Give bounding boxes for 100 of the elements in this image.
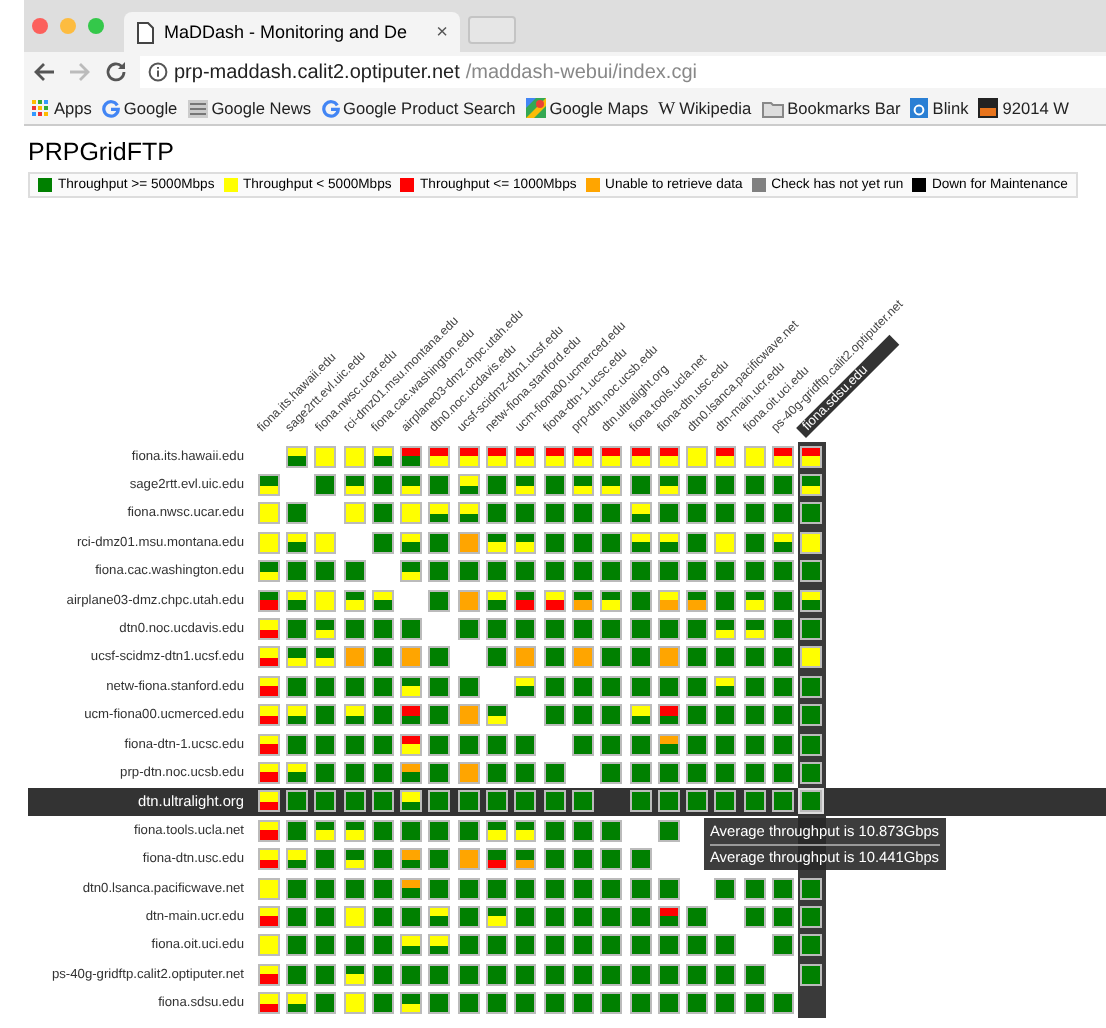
status-cell[interactable]	[657, 560, 680, 583]
status-cell[interactable]	[428, 848, 451, 871]
status-cell[interactable]	[543, 934, 566, 957]
status-cell[interactable]	[771, 675, 794, 698]
status-cell[interactable]	[400, 848, 423, 871]
status-cell[interactable]	[257, 963, 280, 986]
status-cell[interactable]	[600, 848, 623, 871]
status-cell[interactable]	[686, 646, 709, 669]
status-cell[interactable]	[629, 761, 651, 784]
status-cell[interactable]	[343, 905, 366, 928]
status-cell[interactable]	[486, 848, 509, 871]
status-cell[interactable]	[629, 963, 651, 986]
status-cell[interactable]	[714, 992, 737, 1015]
status-cell[interactable]	[457, 704, 480, 727]
status-cell[interactable]	[629, 646, 651, 669]
status-cell[interactable]	[343, 790, 366, 813]
status-cell[interactable]	[743, 733, 766, 756]
status-cell[interactable]	[457, 963, 480, 986]
status-cell[interactable]	[314, 790, 337, 813]
status-cell[interactable]	[371, 790, 394, 813]
status-cell[interactable]	[428, 992, 451, 1015]
status-cell[interactable]	[629, 790, 651, 813]
status-cell[interactable]	[457, 502, 480, 525]
status-cell[interactable]	[457, 445, 480, 468]
status-cell[interactable]	[428, 445, 451, 468]
status-cell[interactable]	[343, 819, 366, 842]
status-cell[interactable]	[514, 560, 537, 583]
status-cell[interactable]	[600, 934, 623, 957]
status-cell[interactable]	[285, 905, 308, 928]
status-cell[interactable]	[657, 733, 680, 756]
status-cell[interactable]	[314, 905, 337, 928]
status-cell[interactable]	[571, 646, 594, 669]
status-cell[interactable]	[743, 502, 766, 525]
status-cell[interactable]	[686, 531, 709, 554]
status-cell[interactable]	[486, 474, 509, 497]
status-cell[interactable]	[714, 560, 737, 583]
status-cell[interactable]	[314, 704, 337, 727]
status-cell[interactable]	[371, 934, 394, 957]
status-cell[interactable]	[285, 502, 308, 525]
status-cell[interactable]	[371, 761, 394, 784]
status-cell[interactable]	[800, 445, 823, 468]
status-cell[interactable]	[714, 963, 737, 986]
status-cell[interactable]	[800, 761, 823, 784]
status-cell[interactable]	[514, 934, 537, 957]
status-cell[interactable]	[600, 675, 623, 698]
status-cell[interactable]	[457, 761, 480, 784]
status-cell[interactable]	[285, 589, 308, 612]
status-cell[interactable]	[343, 675, 366, 698]
status-cell[interactable]	[314, 531, 337, 554]
status-cell[interactable]	[371, 531, 394, 554]
status-cell[interactable]	[486, 761, 509, 784]
status-cell[interactable]	[686, 445, 709, 468]
status-cell[interactable]	[800, 905, 823, 928]
status-cell[interactable]	[543, 963, 566, 986]
status-cell[interactable]	[371, 502, 394, 525]
status-cell[interactable]	[285, 646, 308, 669]
status-cell[interactable]	[371, 819, 394, 842]
status-cell[interactable]	[285, 992, 308, 1015]
status-cell[interactable]	[343, 502, 366, 525]
status-cell[interactable]	[743, 877, 766, 900]
status-cell[interactable]	[800, 618, 823, 641]
status-cell[interactable]	[571, 963, 594, 986]
status-cell[interactable]	[771, 934, 794, 957]
status-cell[interactable]	[600, 733, 623, 756]
status-cell[interactable]	[629, 877, 651, 900]
status-cell[interactable]	[428, 905, 451, 928]
status-cell[interactable]	[771, 474, 794, 497]
status-cell[interactable]	[629, 502, 651, 525]
status-cell[interactable]	[714, 934, 737, 957]
status-cell[interactable]	[629, 531, 651, 554]
status-cell[interactable]	[629, 675, 651, 698]
status-cell[interactable]	[514, 992, 537, 1015]
status-cell[interactable]	[771, 445, 794, 468]
status-cell[interactable]	[800, 790, 823, 813]
status-cell[interactable]	[543, 618, 566, 641]
bookmark-item[interactable]: Google	[101, 98, 178, 118]
status-cell[interactable]	[514, 877, 537, 900]
status-cell[interactable]	[629, 618, 651, 641]
status-cell[interactable]	[400, 618, 423, 641]
status-cell[interactable]	[486, 560, 509, 583]
status-cell[interactable]	[686, 905, 709, 928]
status-cell[interactable]	[600, 877, 623, 900]
status-cell[interactable]	[314, 589, 337, 612]
status-cell[interactable]	[771, 992, 794, 1015]
status-cell[interactable]	[486, 589, 509, 612]
status-cell[interactable]	[657, 445, 680, 468]
bookmark-item[interactable]: 92014 W	[978, 98, 1069, 118]
status-cell[interactable]	[285, 704, 308, 727]
status-cell[interactable]	[314, 934, 337, 957]
status-cell[interactable]	[600, 819, 623, 842]
status-cell[interactable]	[457, 733, 480, 756]
status-cell[interactable]	[514, 848, 537, 871]
back-icon[interactable]	[32, 60, 56, 84]
status-cell[interactable]	[257, 992, 280, 1015]
status-cell[interactable]	[257, 502, 280, 525]
status-cell[interactable]	[743, 704, 766, 727]
status-cell[interactable]	[371, 877, 394, 900]
status-cell[interactable]	[657, 905, 680, 928]
status-cell[interactable]	[571, 502, 594, 525]
status-cell[interactable]	[285, 848, 308, 871]
